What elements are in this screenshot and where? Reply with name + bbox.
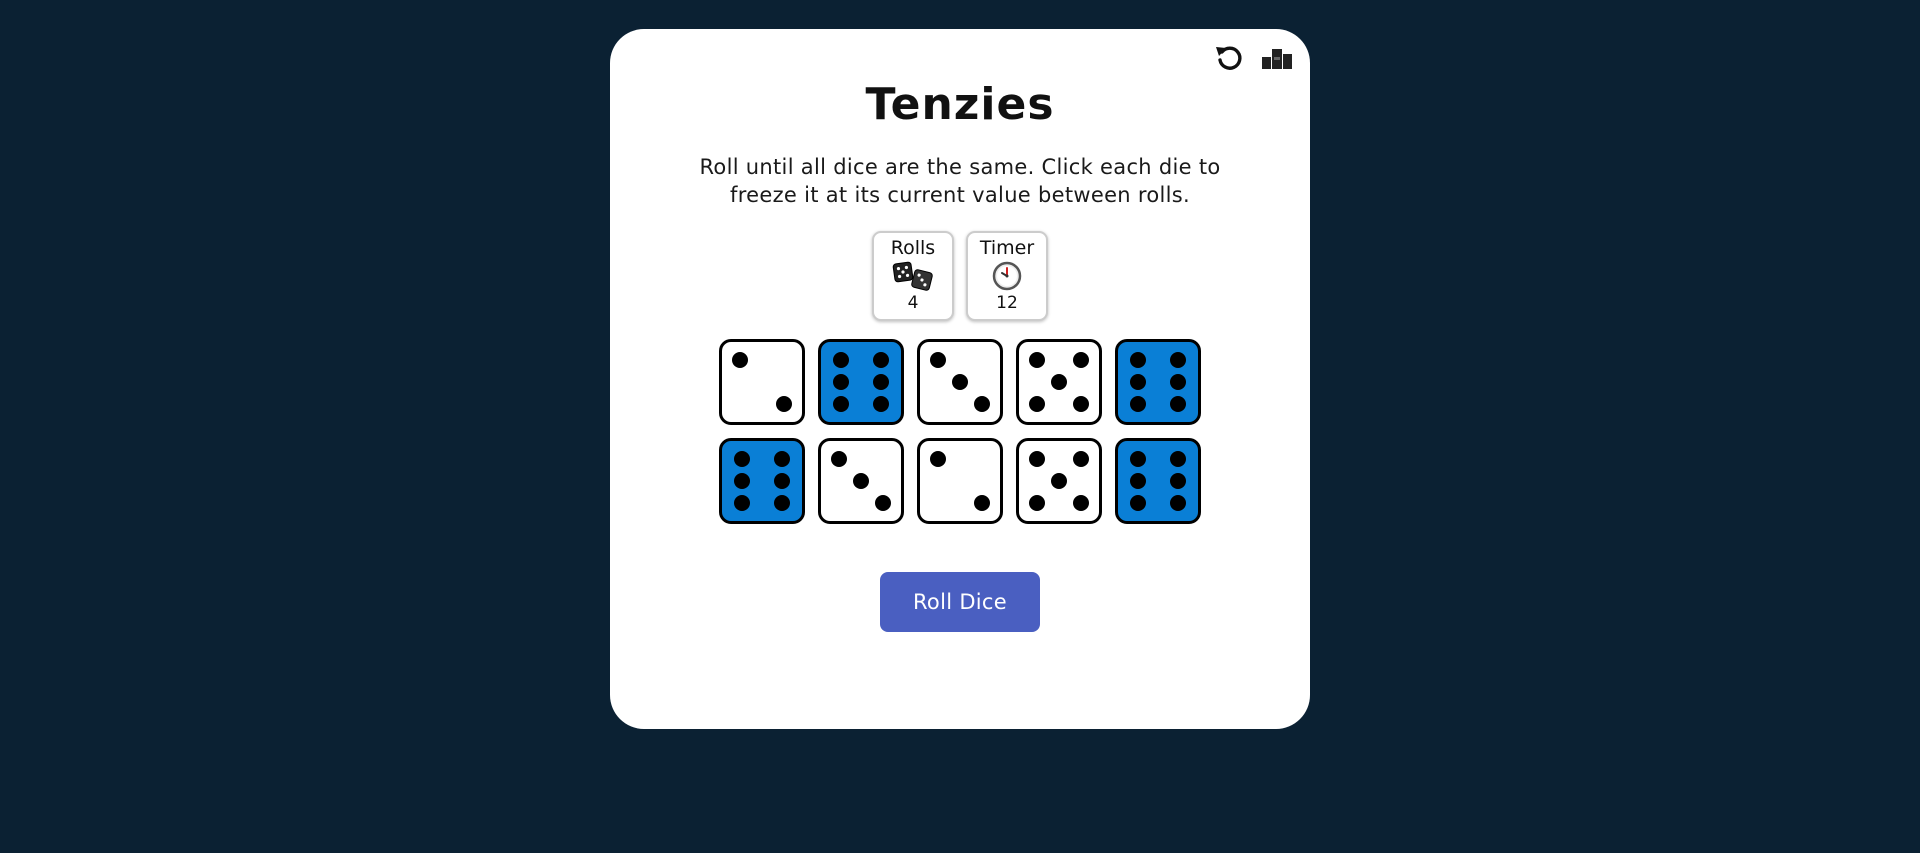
die-pip: [833, 351, 849, 368]
die-4[interactable]: [1016, 339, 1102, 425]
die-pip: [1170, 396, 1186, 413]
die-pip: [929, 351, 946, 368]
die-pip: [853, 473, 869, 489]
die-pip: [974, 396, 991, 413]
rolls-value: 4: [907, 293, 919, 313]
timer-value: 12: [996, 293, 1018, 313]
die-pip: [1130, 351, 1146, 368]
die-1[interactable]: [719, 339, 805, 425]
die-pip: [1028, 450, 1045, 467]
die-6[interactable]: [719, 438, 805, 524]
die-pip: [1130, 473, 1146, 489]
die-pip: [734, 473, 750, 489]
timer-counter: Timer 12: [966, 231, 1048, 321]
die-pip: [1170, 473, 1186, 489]
die-8[interactable]: [917, 438, 1003, 524]
die-2[interactable]: [818, 339, 904, 425]
die-pip: [1130, 396, 1146, 413]
rolls-label: Rolls: [890, 237, 936, 259]
die-pip: [734, 450, 750, 467]
die-pip: [1073, 396, 1090, 413]
die-pip: [1073, 351, 1090, 368]
die-pip: [952, 374, 968, 390]
die-pip: [1051, 374, 1067, 390]
die-pip: [873, 396, 889, 413]
die-pip: [774, 450, 790, 467]
dice-grid: [719, 339, 1201, 524]
die-pip: [1170, 351, 1186, 368]
die-pip: [774, 473, 790, 489]
die-pip: [833, 396, 849, 413]
die-pip: [833, 374, 849, 390]
die-pip: [1028, 351, 1045, 368]
leaderboard-icon[interactable]: [1260, 41, 1294, 75]
die-pip: [830, 450, 847, 467]
die-pip: [1073, 495, 1090, 512]
die-pip: [1051, 473, 1067, 489]
rolls-counter: Rolls 4: [872, 231, 954, 321]
die-pip: [734, 495, 750, 512]
die-pip: [776, 396, 793, 413]
dice-icon: [892, 259, 934, 293]
die-pip: [774, 495, 790, 512]
die-pip: [1130, 450, 1146, 467]
reset-icon[interactable]: [1212, 41, 1246, 75]
top-toolbar: [1212, 41, 1294, 75]
die-pip: [1130, 374, 1146, 390]
die-pip: [1130, 495, 1146, 512]
die-pip: [1170, 374, 1186, 390]
die-pip: [731, 351, 748, 368]
die-pip: [1028, 396, 1045, 413]
die-pip: [974, 495, 991, 512]
stats-row: Rolls 4 Timer 12: [610, 231, 1310, 321]
die-pip: [1170, 450, 1186, 467]
die-pip: [1170, 495, 1186, 512]
die-pip: [873, 351, 889, 368]
timer-label: Timer: [979, 237, 1035, 259]
die-3[interactable]: [917, 339, 1003, 425]
die-7[interactable]: [818, 438, 904, 524]
die-9[interactable]: [1016, 438, 1102, 524]
instructions-text: Roll until all dice are the same. Click …: [699, 155, 1221, 207]
die-10[interactable]: [1115, 438, 1201, 524]
die-pip: [1028, 495, 1045, 512]
die-pip: [1073, 450, 1090, 467]
die-pip: [873, 374, 889, 390]
die-pip: [929, 450, 946, 467]
roll-dice-button[interactable]: Roll Dice: [880, 572, 1040, 632]
clock-icon: [991, 259, 1023, 293]
die-5[interactable]: [1115, 339, 1201, 425]
die-pip: [875, 495, 892, 512]
page-title: Tenzies: [865, 79, 1055, 130]
game-card: Tenzies Roll until all dice are the same…: [610, 29, 1310, 729]
